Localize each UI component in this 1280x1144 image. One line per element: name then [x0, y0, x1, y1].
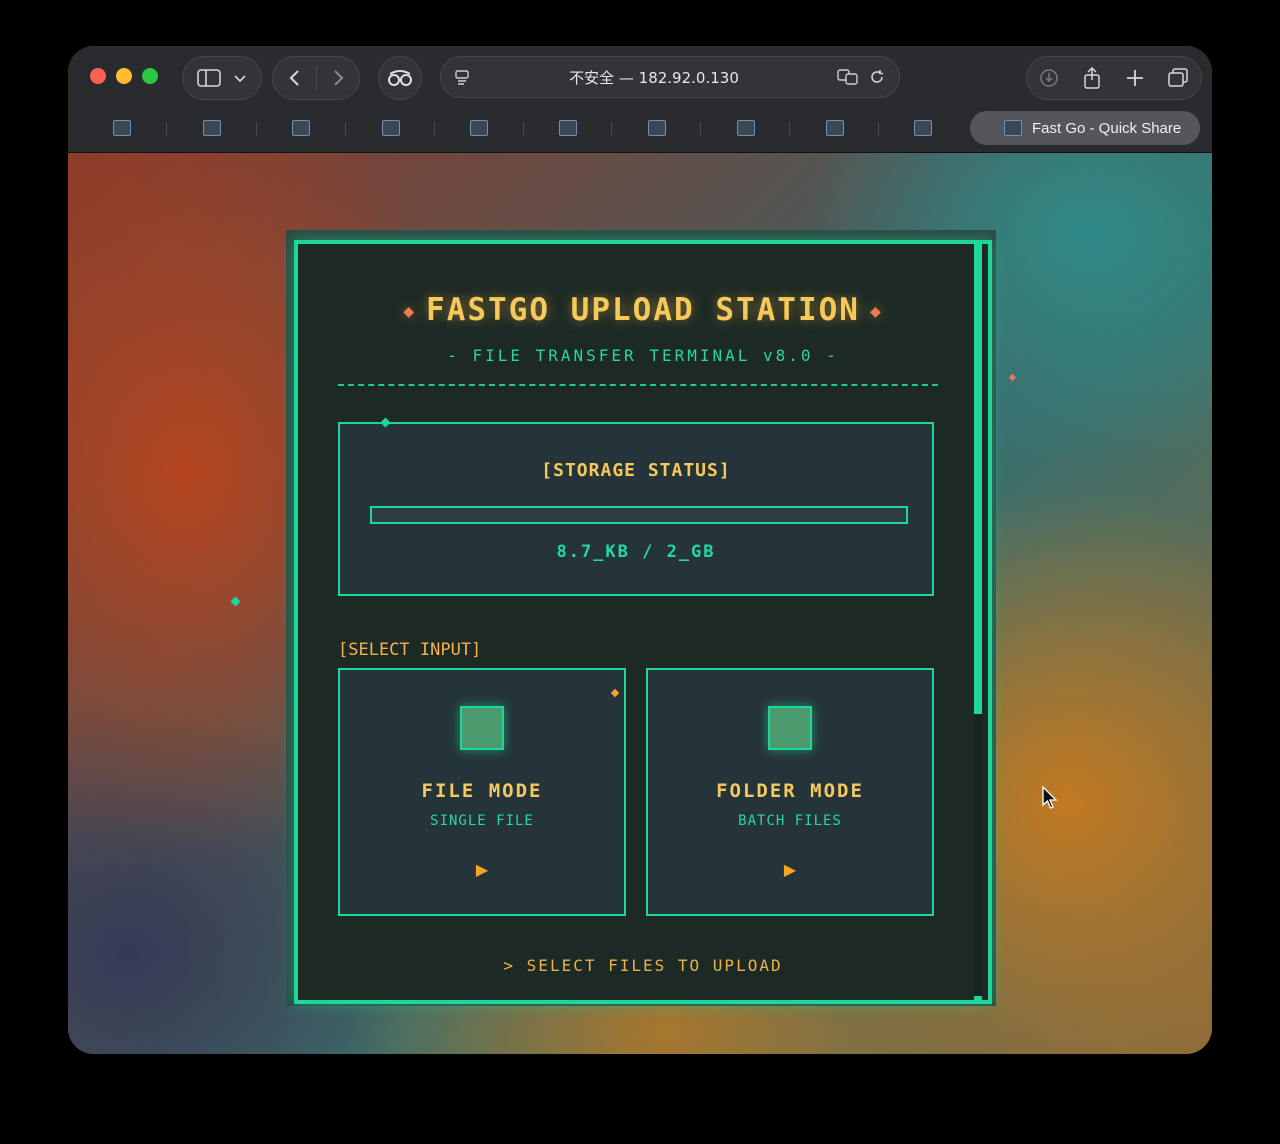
minimize-window-button[interactable] — [116, 68, 132, 84]
address-bar[interactable]: 不安全 — 182.92.0.130 — [440, 56, 900, 98]
tab-title: Fast Go - Quick Share — [1032, 119, 1182, 137]
tab-favicon-icon[interactable] — [559, 120, 577, 136]
tab-favicon-icon[interactable] — [826, 120, 844, 136]
browser-window: 不安全 — 182.92.0.130 Fast Go - Quick Share… — [68, 46, 1212, 1054]
status-prompt: > SELECT FILES TO UPLOAD — [503, 956, 783, 975]
folder-icon — [768, 706, 812, 750]
address-text[interactable]: 不安全 — 182.92.0.130 — [569, 67, 739, 88]
download-icon[interactable] — [1039, 68, 1059, 88]
forward-arrow-icon[interactable] — [331, 69, 345, 87]
extension-button[interactable] — [378, 56, 422, 100]
toolbar-actions — [1026, 56, 1202, 100]
tab-strip: Fast Go - Quick Share — [68, 108, 1212, 150]
sidebar-icon — [197, 69, 221, 87]
divider — [338, 384, 938, 386]
folder-mode-button[interactable]: FOLDER MODE BATCH FILES ▶ — [646, 668, 934, 916]
chevron-down-icon — [234, 75, 246, 83]
zoom-window-button[interactable] — [142, 68, 158, 84]
history-nav — [272, 56, 360, 100]
select-input-label: [SELECT INPUT] — [338, 640, 482, 660]
page-content: ◆ FASTGO UPLOAD STATION ◆ - FILE TRANSFER … — [68, 153, 1212, 1054]
file-icon — [460, 706, 504, 750]
sparkle — [1008, 373, 1017, 382]
mode-title: FILE MODE — [421, 780, 543, 802]
play-arrow-icon: ▶ — [783, 860, 797, 879]
tab-favicon-icon[interactable] — [203, 120, 221, 136]
translate-icon[interactable] — [837, 69, 859, 85]
window-controls — [90, 68, 158, 84]
storage-progress-bar — [370, 506, 908, 524]
upload-panel: ◆ FASTGO UPLOAD STATION ◆ - FILE TRANSFER … — [294, 240, 992, 1004]
new-tab-icon[interactable] — [1126, 69, 1144, 87]
tab-favicon-icon[interactable] — [648, 120, 666, 136]
page-menu-icon[interactable] — [455, 69, 471, 85]
mode-title: FOLDER MODE — [716, 780, 864, 802]
page-subtitle: - FILE TRANSFER TERMINAL v8.0 - — [447, 346, 839, 365]
tab-favicon-icon[interactable] — [113, 120, 131, 136]
mode-subtitle: BATCH FILES — [738, 813, 842, 829]
mouse-cursor-icon — [1042, 786, 1058, 809]
diamond-icon: ◆ — [403, 301, 417, 322]
tab-favicon-icon — [1004, 120, 1022, 136]
share-icon[interactable] — [1082, 67, 1102, 89]
glasses-icon — [388, 70, 412, 86]
tab-overview-icon[interactable] — [1167, 68, 1189, 88]
scrollbar-thumb[interactable] — [974, 714, 982, 996]
file-mode-button[interactable]: FILE MODE SINGLE FILE ▶ — [338, 668, 626, 916]
mode-subtitle: SINGLE FILE — [430, 813, 534, 829]
storage-usage-text: 8.7_KB / 2_GB — [556, 542, 716, 562]
sparkle — [230, 596, 241, 607]
play-arrow-icon: ▶ — [475, 860, 489, 879]
browser-toolbar: 不安全 — 182.92.0.130 Fast Go - Quick Share — [68, 46, 1212, 153]
tab-favicon-icon[interactable] — [914, 120, 932, 136]
storage-status-box: [STORAGE STATUS] 8.7_KB / 2_GB — [338, 417, 934, 596]
sidebar-toggle-button[interactable] — [182, 56, 262, 100]
sparkle — [380, 417, 391, 428]
back-arrow-icon[interactable] — [288, 69, 302, 87]
tab-favicon-icon[interactable] — [737, 120, 755, 136]
sparkle — [610, 688, 620, 698]
tab-favicon-icon[interactable] — [292, 120, 310, 136]
tab-favicon-icon[interactable] — [382, 120, 400, 136]
diamond-icon: ◆ — [869, 301, 883, 322]
storage-heading: [STORAGE STATUS] — [541, 460, 731, 481]
tab-favicon-icon[interactable] — [470, 120, 488, 136]
close-window-button[interactable] — [90, 68, 106, 84]
page-title: ◆ FASTGO UPLOAD STATION ◆ — [403, 292, 883, 328]
tab-active[interactable]: Fast Go - Quick Share — [970, 111, 1200, 145]
reload-icon[interactable] — [869, 69, 885, 85]
